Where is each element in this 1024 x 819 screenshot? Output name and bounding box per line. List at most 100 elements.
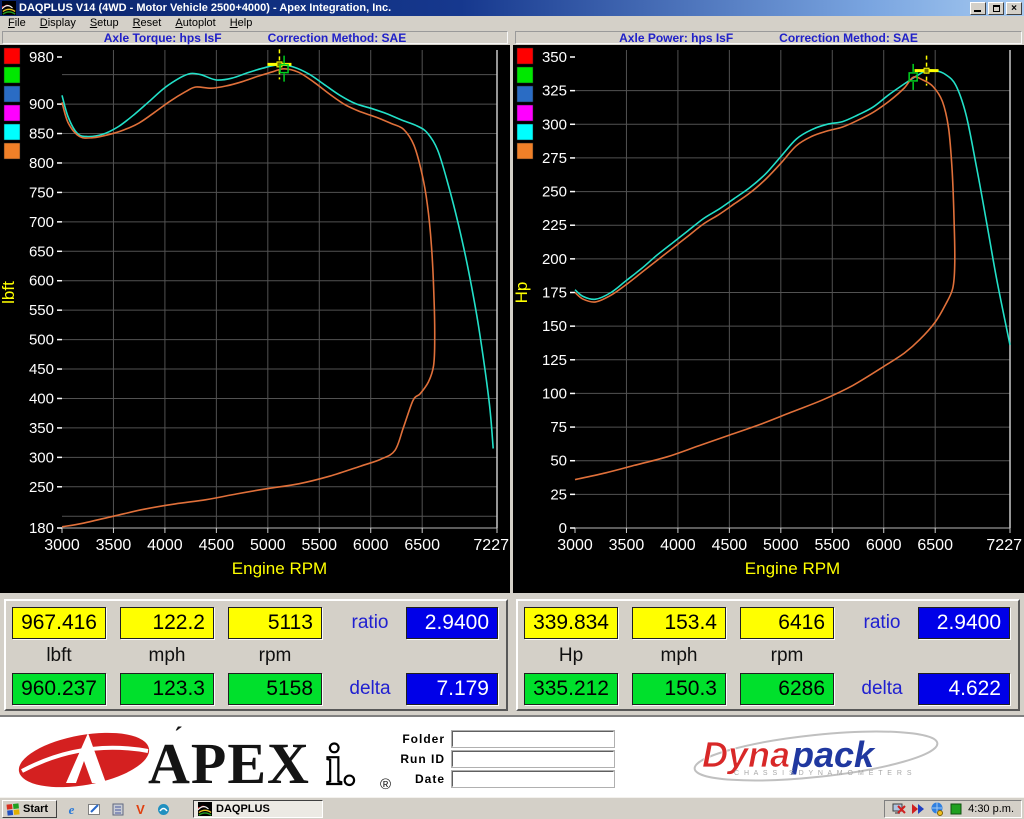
start-label: Start (23, 803, 48, 815)
y-tick-label: 550 (29, 302, 54, 319)
menu-reset[interactable]: Reset (127, 17, 170, 30)
status-square-icon[interactable] (949, 802, 963, 816)
folder-input[interactable] (452, 731, 614, 747)
y-tick-label: 25 (550, 486, 567, 503)
start-button[interactable]: Start (2, 800, 57, 818)
minimize-icon (974, 10, 981, 12)
series-run-orange-power (575, 77, 955, 480)
chart-header-bar: Axle Torque: hps IsF Correction Method: … (0, 30, 1024, 45)
y-tick-label: 275 (542, 150, 567, 167)
taskbar-app-button[interactable]: DAQPLUS (193, 800, 323, 818)
legend-run-swatch[interactable] (4, 143, 20, 159)
legend-run-swatch[interactable] (517, 48, 533, 64)
delta-label: delta (340, 673, 400, 705)
x-tick-label: 6000 (353, 537, 389, 554)
y-tick-label: 100 (542, 385, 567, 402)
y-tick-label: 180 (29, 520, 54, 537)
y-tick-label: 125 (542, 352, 567, 369)
legend-run-swatch[interactable] (4, 67, 20, 83)
y-tick-label: 800 (29, 155, 54, 172)
quick-launch-winamp-icon[interactable]: V (133, 802, 148, 817)
peak-torque-value: 967.416 (12, 607, 106, 639)
peak-power-rpm-value: 6416 (740, 607, 834, 639)
torque-correction-method: Correction Method: SAE (268, 32, 407, 44)
y-tick-label: 350 (29, 420, 54, 437)
torque-chart-header: Axle Torque: hps IsF Correction Method: … (2, 31, 508, 44)
apex-i-mark: i. (326, 732, 357, 793)
globe-status-icon[interactable] (930, 802, 944, 816)
y-tick-label: 250 (542, 184, 567, 201)
legend-run-swatch[interactable] (517, 143, 533, 159)
fast-forward-icon[interactable] (911, 802, 925, 816)
y-tick-label: 300 (542, 116, 567, 133)
torque-readout-panel: 967.416 122.2 5113 ratio 2.9400 lbft mph… (4, 599, 508, 711)
legend-run-swatch[interactable] (4, 48, 20, 64)
y-tick-label: 850 (29, 126, 54, 143)
power-chart-panel[interactable]: 3000350040004500500055006000650072273503… (513, 45, 1024, 593)
minimize-button[interactable] (970, 2, 986, 15)
cursor-marker-center[interactable] (924, 68, 929, 73)
x-tick-label: 5500 (301, 537, 337, 554)
date-input[interactable] (452, 771, 614, 787)
footer-strip: ´ APEX i. ® Folder Run ID Date Dyna pack… (0, 715, 1024, 797)
legend-run-swatch[interactable] (4, 124, 20, 140)
quick-launch-bar: e V (64, 800, 171, 818)
legend-run-swatch[interactable] (4, 105, 20, 121)
restore-button[interactable] (988, 2, 1004, 15)
x-tick-label: 3000 (44, 537, 80, 554)
power-chart-header: Axle Power: hps IsF Correction Method: S… (515, 31, 1022, 44)
x-tick-label: 5000 (763, 537, 799, 554)
y-tick-label: 200 (542, 251, 567, 268)
legend-run-swatch[interactable] (517, 86, 533, 102)
quick-launch-notes-icon[interactable] (110, 802, 125, 817)
x-tick-label: 4500 (199, 537, 235, 554)
restore-icon (993, 5, 1000, 12)
x-axis-title: Engine RPM (745, 559, 840, 578)
menu-help[interactable]: Help (224, 17, 261, 30)
run-id-label: Run ID (370, 751, 445, 768)
legend-run-swatch[interactable] (4, 86, 20, 102)
y-tick-label: 600 (29, 273, 54, 290)
y-tick-label: 450 (29, 361, 54, 378)
menu-setup[interactable]: Setup (84, 17, 127, 30)
y-tick-label: 175 (542, 285, 567, 302)
menu-file[interactable]: File (2, 17, 34, 30)
run-id-input[interactable] (452, 751, 614, 767)
taskbar-app-icon (198, 802, 212, 816)
menu-autoplot[interactable]: Autoplot (169, 17, 223, 30)
taskbar-clock: 4:30 p.m. (968, 803, 1014, 815)
x-tick-label: 3500 (96, 537, 132, 554)
window-title: DAQPLUS V14 (4WD - Motor Vehicle 2500+40… (19, 0, 970, 16)
y-tick-label: 325 (542, 83, 567, 100)
torque-chart[interactable]: 3000350040004500500055006000650072279809… (0, 45, 510, 593)
menu-display[interactable]: Display (34, 17, 84, 30)
x-axis-title: Engine RPM (232, 559, 327, 578)
peak-power-speed-value: 153.4 (632, 607, 726, 639)
x-tick-label: 3000 (557, 537, 593, 554)
quick-launch-messenger-icon[interactable] (156, 802, 171, 817)
y-tick-label: 250 (29, 479, 54, 496)
peak-torque-rpm-value: 5113 (228, 607, 322, 639)
delta-value: 7.179 (406, 673, 498, 705)
readout-strip: 967.416 122.2 5113 ratio 2.9400 lbft mph… (0, 593, 1024, 715)
system-tray: 4:30 p.m. (884, 800, 1022, 818)
series-run-cyan-torque (62, 65, 493, 449)
quick-launch-ie-icon[interactable]: e (64, 802, 79, 817)
network-disconnected-icon[interactable] (892, 802, 906, 816)
second-power-speed-value: 150.3 (632, 673, 726, 705)
x-tick-label: 4000 (660, 537, 696, 554)
power-chart[interactable]: 3000350040004500500055006000650072273503… (513, 45, 1024, 593)
series-run-orange-torque (62, 69, 435, 527)
legend-run-swatch[interactable] (517, 124, 533, 140)
quick-launch-desktop-icon[interactable] (87, 802, 102, 817)
app-icon (2, 1, 16, 15)
y-tick-label: 0 (559, 520, 567, 537)
x-tick-label: 7227 (473, 537, 509, 554)
torque-chart-panel[interactable]: 3000350040004500500055006000650072279809… (0, 45, 510, 593)
second-torque-value: 960.237 (12, 673, 106, 705)
taskbar-app-label: DAQPLUS (216, 803, 270, 815)
legend-run-swatch[interactable] (517, 67, 533, 83)
y-tick-label: 300 (29, 449, 54, 466)
legend-run-swatch[interactable] (517, 105, 533, 121)
close-button[interactable]: × (1006, 2, 1022, 15)
